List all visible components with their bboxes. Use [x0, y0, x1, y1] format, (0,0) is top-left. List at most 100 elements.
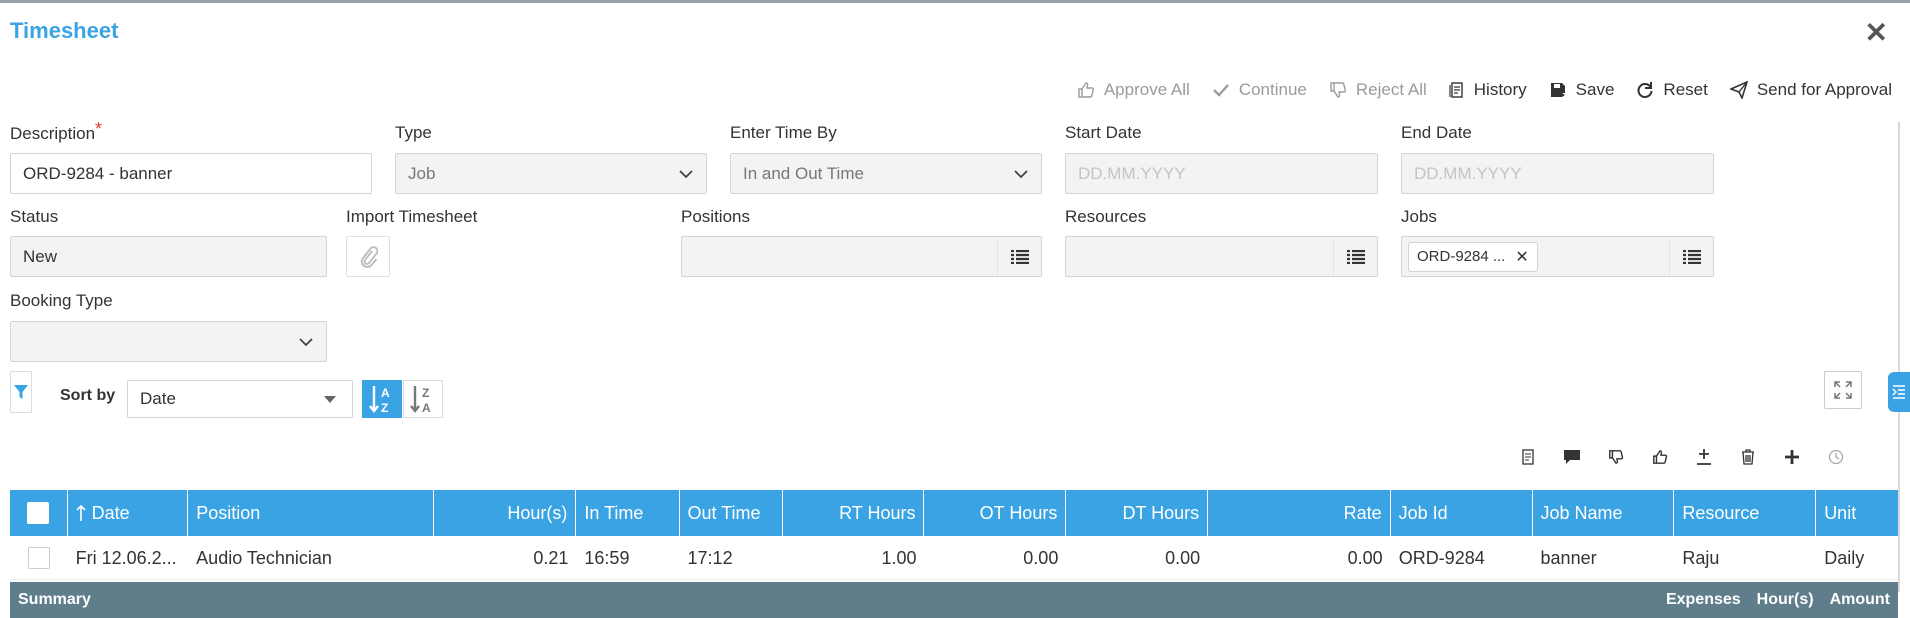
enter-time-by-select[interactable]: In and Out Time [730, 153, 1042, 194]
select-all-checkbox[interactable] [27, 502, 50, 524]
positions-label: Positions [681, 207, 750, 226]
booking-type-label: Booking Type [10, 291, 113, 310]
col-hours[interactable]: Hour(s) [434, 490, 577, 536]
resources-list-button[interactable] [1333, 237, 1377, 276]
vertical-scrollbar[interactable] [1898, 122, 1900, 592]
thumbs-up-icon [1078, 82, 1094, 98]
import-timesheet-button[interactable] [346, 236, 390, 277]
cell-hours: 0.21 [533, 547, 569, 568]
start-date-label: Start Date [1065, 123, 1142, 142]
job-chip: ORD-9284 ... ✕ [1408, 241, 1538, 272]
continue-button[interactable]: Continue [1212, 80, 1307, 100]
save-label: Save [1575, 80, 1615, 99]
filter-button[interactable] [10, 371, 32, 413]
positions-list-button[interactable] [997, 237, 1041, 276]
col-job-id[interactable]: Job Id [1391, 490, 1533, 536]
col-rate[interactable]: Rate [1208, 490, 1391, 536]
chip-remove-icon[interactable]: ✕ [1515, 247, 1528, 267]
sort-descending-button[interactable]: ZA [403, 380, 443, 418]
cell-dt-hours: 0.00 [1165, 547, 1201, 568]
history-button[interactable]: History [1449, 80, 1527, 100]
jobs-field[interactable]: ORD-9284 ... ✕ [1401, 236, 1714, 277]
clock-button[interactable] [1814, 444, 1858, 470]
cell-resource: Raju [1682, 547, 1720, 568]
table-row[interactable]: Fri 12.06.2... Audio Technician 0.21 16:… [10, 536, 1898, 580]
description-label: Description* [10, 119, 102, 144]
sort-by-label: Sort by [60, 387, 116, 404]
description-input[interactable]: ORD-9284 - banner [10, 153, 372, 194]
resources-field[interactable] [1065, 236, 1378, 277]
import-timesheet-label: Import Timesheet [346, 207, 478, 226]
chevron-down-icon [679, 170, 693, 179]
approve-button[interactable] [1638, 444, 1682, 470]
close-button[interactable]: ✕ [1865, 16, 1888, 49]
col-ot-hours[interactable]: OT Hours [924, 490, 1067, 536]
add-row-button[interactable] [1770, 444, 1814, 470]
grid-toolbar [1506, 444, 1858, 470]
required-marker: * [95, 119, 103, 139]
col-date[interactable]: Date [68, 490, 189, 536]
approve-all-button[interactable]: Approve All [1077, 80, 1190, 100]
status-field: New [10, 236, 327, 277]
thumbs-down-icon [1330, 82, 1346, 98]
sort-ascending-button[interactable]: AZ [362, 380, 402, 418]
send-for-approval-label: Send for Approval [1756, 80, 1892, 99]
positions-field[interactable] [681, 236, 1042, 277]
thumbs-up-icon [1653, 450, 1668, 464]
send-for-approval-button[interactable]: Send for Approval [1729, 80, 1892, 100]
fullscreen-button[interactable] [1824, 371, 1862, 409]
check-icon [1212, 84, 1229, 97]
end-date-input[interactable]: DD.MM.YYYY [1401, 153, 1714, 194]
list-icon [1010, 249, 1029, 264]
save-icon [1550, 83, 1565, 97]
summary-expenses: Expenses [1665, 591, 1741, 608]
save-button[interactable]: Save [1549, 80, 1615, 100]
top-border [0, 0, 1910, 3]
plus-minus-icon [1697, 449, 1711, 465]
col-rt-hours[interactable]: RT Hours [783, 490, 925, 536]
sort-by-value: Date [140, 389, 176, 408]
paperclip-icon [360, 245, 378, 268]
grid-history-button[interactable] [1506, 444, 1550, 470]
svg-text:A: A [422, 401, 431, 414]
approve-all-label: Approve All [1103, 80, 1190, 99]
booking-type-select[interactable] [10, 321, 327, 362]
columns-icon [1892, 385, 1905, 399]
col-unit[interactable]: Unit [1816, 490, 1898, 536]
comment-button[interactable] [1550, 444, 1594, 470]
type-select[interactable]: Job [395, 153, 707, 194]
paper-plane-icon [1729, 81, 1748, 99]
col-resource[interactable]: Resource [1674, 490, 1817, 536]
grid-header: Date Position Hour(s) In Time Out Time R… [10, 490, 1898, 536]
trash-icon [1742, 449, 1754, 465]
sort-alpha-asc-icon: AZ [369, 386, 390, 414]
col-in-time[interactable]: In Time [576, 490, 680, 536]
cell-job-id: ORD-9284 [1398, 547, 1485, 568]
reject-button[interactable] [1594, 444, 1638, 470]
col-date-label: Date [91, 502, 130, 523]
description-label-text: Description [10, 124, 96, 143]
type-value: Job [408, 163, 436, 183]
delete-button[interactable] [1726, 444, 1770, 470]
col-job-name[interactable]: Job Name [1533, 490, 1675, 536]
cell-in-time: 16:59 [584, 547, 630, 568]
thumbs-down-icon [1609, 450, 1624, 464]
start-date-input[interactable]: DD.MM.YYYY [1065, 153, 1378, 194]
plus-icon [1785, 450, 1799, 464]
side-panel-toggle[interactable] [1888, 372, 1910, 412]
history-icon [1449, 82, 1463, 98]
col-position[interactable]: Position [188, 490, 434, 536]
svg-text:Z: Z [422, 386, 429, 400]
jobs-list-button[interactable] [1669, 237, 1713, 276]
sort-arrow-up-icon [76, 504, 86, 521]
jobs-label: Jobs [1401, 207, 1437, 226]
plus-minus-button[interactable] [1682, 444, 1726, 470]
reject-all-button[interactable]: Reject All [1329, 80, 1427, 100]
svg-text:A: A [381, 386, 390, 400]
col-out-time[interactable]: Out Time [680, 490, 783, 536]
list-icon [1346, 249, 1365, 264]
col-dt-hours[interactable]: DT Hours [1066, 490, 1209, 536]
row-checkbox[interactable] [27, 547, 50, 569]
sort-by-select[interactable]: Date [127, 380, 353, 418]
reset-button[interactable]: Reset [1636, 80, 1708, 100]
